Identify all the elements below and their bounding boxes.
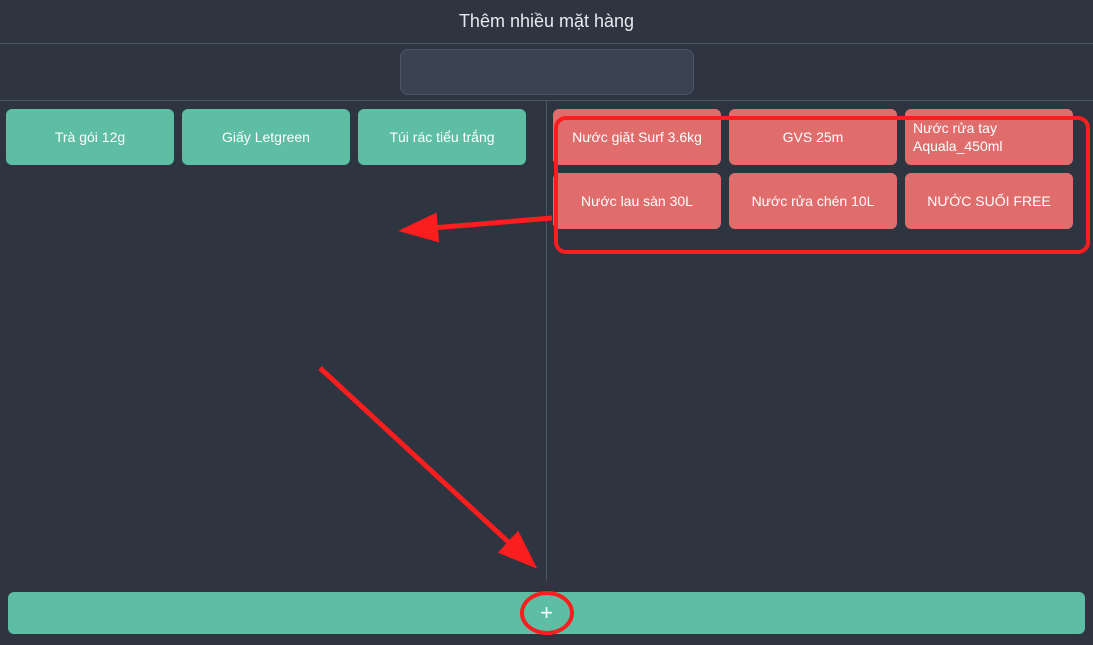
item-label: GVS 25m <box>783 128 844 146</box>
right-grid: Nước giặt Surf 3.6kg GVS 25m Nước rửa ta… <box>553 109 1087 229</box>
item-label: Trà gói 12g <box>55 128 125 146</box>
right-panel: Nước giặt Surf 3.6kg GVS 25m Nước rửa ta… <box>547 101 1093 581</box>
search-row <box>0 44 1093 101</box>
add-button[interactable]: + <box>8 592 1085 634</box>
item-label: Nước rửa chén 10L <box>752 192 875 210</box>
footer: + <box>0 581 1093 645</box>
content-area: Trà gói 12g Giấy Letgreen Túi rác tiểu t… <box>0 101 1093 581</box>
page-title: Thêm nhiều mặt hàng <box>459 11 634 32</box>
item-card-selected[interactable]: Nước lau sàn 30L <box>553 173 721 229</box>
item-card[interactable]: Giấy Letgreen <box>182 109 350 165</box>
item-card-selected[interactable]: NƯỚC SUỐI FREE <box>905 173 1073 229</box>
item-label: Nước lau sàn 30L <box>581 192 693 210</box>
item-label: Nước rửa tay Aquala_450ml <box>913 119 1065 155</box>
left-grid: Trà gói 12g Giấy Letgreen Túi rác tiểu t… <box>6 109 540 165</box>
left-panel: Trà gói 12g Giấy Letgreen Túi rác tiểu t… <box>0 101 547 581</box>
item-card-selected[interactable]: Nước giặt Surf 3.6kg <box>553 109 721 165</box>
item-card-selected[interactable]: Nước rửa chén 10L <box>729 173 897 229</box>
item-label: Giấy Letgreen <box>222 128 310 146</box>
item-card[interactable]: Túi rác tiểu trắng <box>358 109 526 165</box>
search-input[interactable] <box>400 49 694 95</box>
header: Thêm nhiều mặt hàng <box>0 0 1093 44</box>
item-label: NƯỚC SUỐI FREE <box>927 192 1051 210</box>
item-label: Túi rác tiểu trắng <box>389 128 494 146</box>
item-card-selected[interactable]: Nước rửa tay Aquala_450ml <box>905 109 1073 165</box>
item-card[interactable]: Trà gói 12g <box>6 109 174 165</box>
item-card-selected[interactable]: GVS 25m <box>729 109 897 165</box>
item-label: Nước giặt Surf 3.6kg <box>572 128 702 146</box>
plus-icon: + <box>540 600 553 626</box>
